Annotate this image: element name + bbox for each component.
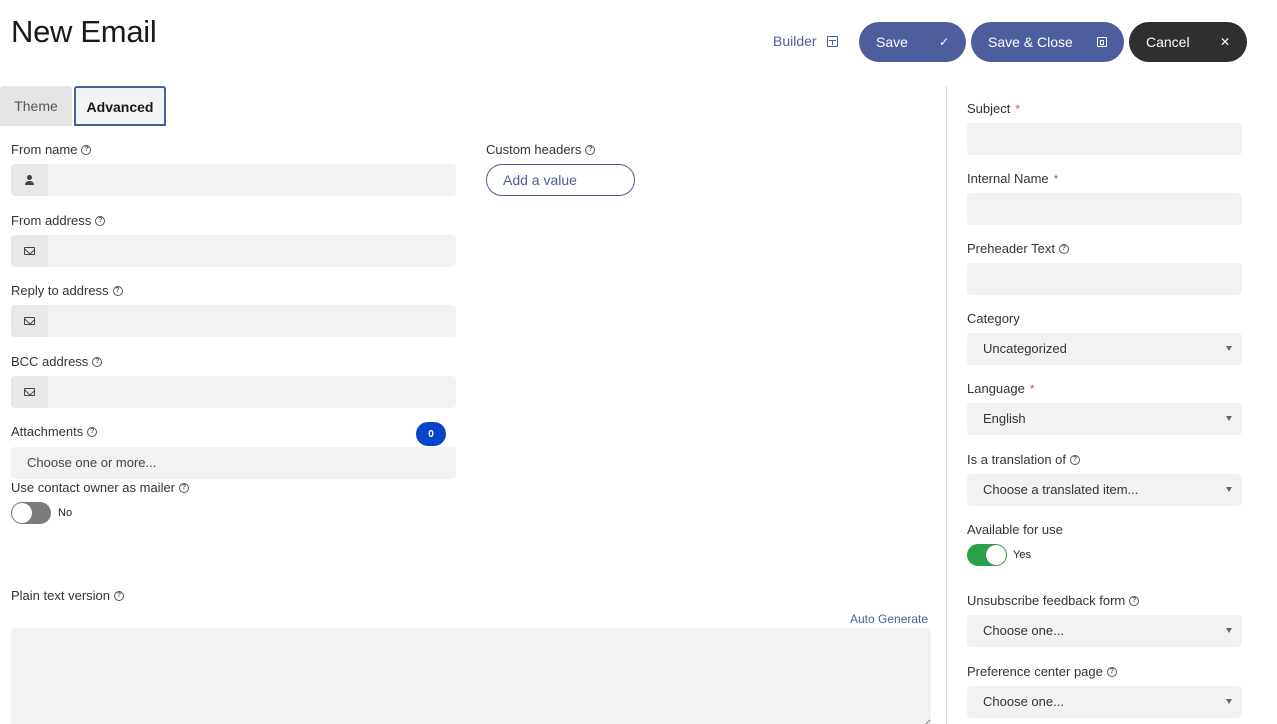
category-label: Category (967, 311, 1020, 326)
prefix-box (11, 376, 48, 408)
tab-theme[interactable]: Theme (0, 86, 72, 126)
contact-owner-toggle[interactable] (11, 502, 51, 524)
available-toggle[interactable] (967, 544, 1007, 566)
help-icon[interactable]: ? (92, 356, 103, 367)
reply-to-field (11, 305, 456, 337)
layout-icon (826, 35, 838, 47)
caret-down-icon (1226, 346, 1232, 351)
available-label: Available for use (967, 522, 1063, 537)
toggle-knob (12, 503, 32, 523)
save-close-label: Save & Close (988, 34, 1073, 50)
preheader-field (967, 263, 1242, 295)
preheader-label: Preheader Text ? (967, 241, 1069, 256)
from-address-label: From address ? (11, 213, 106, 228)
prefix-box (11, 305, 48, 337)
plain-text-textarea[interactable] (11, 628, 931, 724)
attachments-select[interactable]: Choose one or more... (11, 447, 456, 479)
help-icon[interactable]: ? (112, 285, 123, 296)
from-address-field (11, 235, 456, 267)
translation-value: Choose a translated item... (983, 482, 1139, 497)
unsubscribe-value: Choose one... (983, 623, 1064, 638)
translation-select[interactable]: Choose a translated item... (967, 474, 1242, 506)
reply-to-label: Reply to address ? (11, 283, 123, 298)
help-icon[interactable]: ? (1070, 454, 1080, 465)
caret-down-icon (1226, 416, 1232, 421)
envelope-icon (24, 317, 35, 325)
custom-headers-label: Custom headers ? (486, 142, 596, 157)
required-marker: * (1015, 101, 1021, 116)
help-icon[interactable]: ? (179, 482, 190, 493)
page-title: New Email (11, 14, 157, 49)
language-value: English (983, 411, 1026, 426)
internal-name-label: Internal Name * (967, 171, 1059, 186)
contact-owner-state: No (58, 507, 73, 519)
preference-select[interactable]: Choose one... (967, 686, 1242, 718)
category-select[interactable]: Uncategorized (967, 333, 1242, 365)
bcc-input[interactable] (48, 376, 456, 408)
attachments-placeholder: Choose one or more... (27, 455, 157, 470)
prefix-box (11, 164, 48, 196)
envelope-icon (24, 388, 35, 396)
help-icon[interactable]: ? (95, 215, 106, 226)
preheader-input[interactable] (967, 263, 1242, 295)
user-icon (25, 175, 34, 185)
language-label: Language * (967, 381, 1035, 396)
help-icon[interactable]: ? (1129, 595, 1140, 606)
sidebar-divider (946, 86, 947, 724)
subject-input[interactable] (967, 123, 1242, 155)
subject-label: Subject * (967, 101, 1021, 116)
cancel-button[interactable]: Cancel ✕ (1129, 22, 1247, 62)
contact-owner-label: Use contact owner as mailer ? (11, 480, 190, 495)
auto-generate-link[interactable]: Auto Generate (850, 612, 928, 626)
help-icon[interactable]: ? (87, 426, 98, 437)
prefix-box (11, 235, 48, 267)
preference-value: Choose one... (983, 694, 1064, 709)
unsubscribe-label: Unsubscribe feedback form ? (967, 593, 1140, 608)
add-value-button[interactable]: Add a value (486, 164, 635, 196)
help-icon[interactable]: ? (585, 144, 596, 155)
preference-label: Preference center page ? (967, 664, 1117, 679)
required-marker: * (1053, 171, 1059, 186)
from-address-input[interactable] (48, 235, 456, 267)
builder-button[interactable]: Builder (773, 33, 838, 49)
help-icon[interactable]: ? (1106, 666, 1117, 677)
category-value: Uncategorized (983, 341, 1067, 356)
bcc-label: BCC address ? (11, 354, 103, 369)
floppy-icon (1097, 37, 1107, 47)
internal-name-input[interactable] (967, 193, 1242, 225)
from-name-label: From name ? (11, 142, 92, 157)
attachments-count-badge: 0 (416, 422, 446, 446)
save-label: Save (876, 34, 908, 50)
plain-text-label: Plain text version ? (11, 588, 124, 603)
from-name-field (11, 164, 456, 196)
attachments-label: Attachments ? (11, 424, 98, 439)
required-marker: * (1029, 381, 1035, 396)
help-icon[interactable]: ? (114, 590, 124, 601)
internal-name-field (967, 193, 1242, 225)
caret-down-icon (1226, 699, 1232, 704)
envelope-icon (24, 247, 35, 255)
from-name-input[interactable] (48, 164, 456, 196)
help-icon[interactable]: ? (81, 144, 92, 155)
save-close-button[interactable]: Save & Close (971, 22, 1124, 62)
check-icon: ✓ (938, 35, 949, 49)
builder-label: Builder (773, 33, 817, 49)
save-button[interactable]: Save ✓ (859, 22, 966, 62)
close-icon: ✕ (1219, 35, 1230, 49)
toggle-knob (986, 545, 1006, 565)
translation-label: Is a translation of ? (967, 452, 1080, 467)
reply-to-input[interactable] (48, 305, 456, 337)
language-select[interactable]: English (967, 403, 1242, 435)
tab-advanced[interactable]: Advanced (74, 86, 166, 126)
help-icon[interactable]: ? (1058, 243, 1069, 254)
subject-field (967, 123, 1242, 155)
available-state: Yes (1013, 549, 1031, 561)
caret-down-icon (1226, 487, 1232, 492)
unsubscribe-select[interactable]: Choose one... (967, 615, 1242, 647)
bcc-field (11, 376, 456, 408)
caret-down-icon (1226, 628, 1232, 633)
cancel-label: Cancel (1146, 34, 1190, 50)
